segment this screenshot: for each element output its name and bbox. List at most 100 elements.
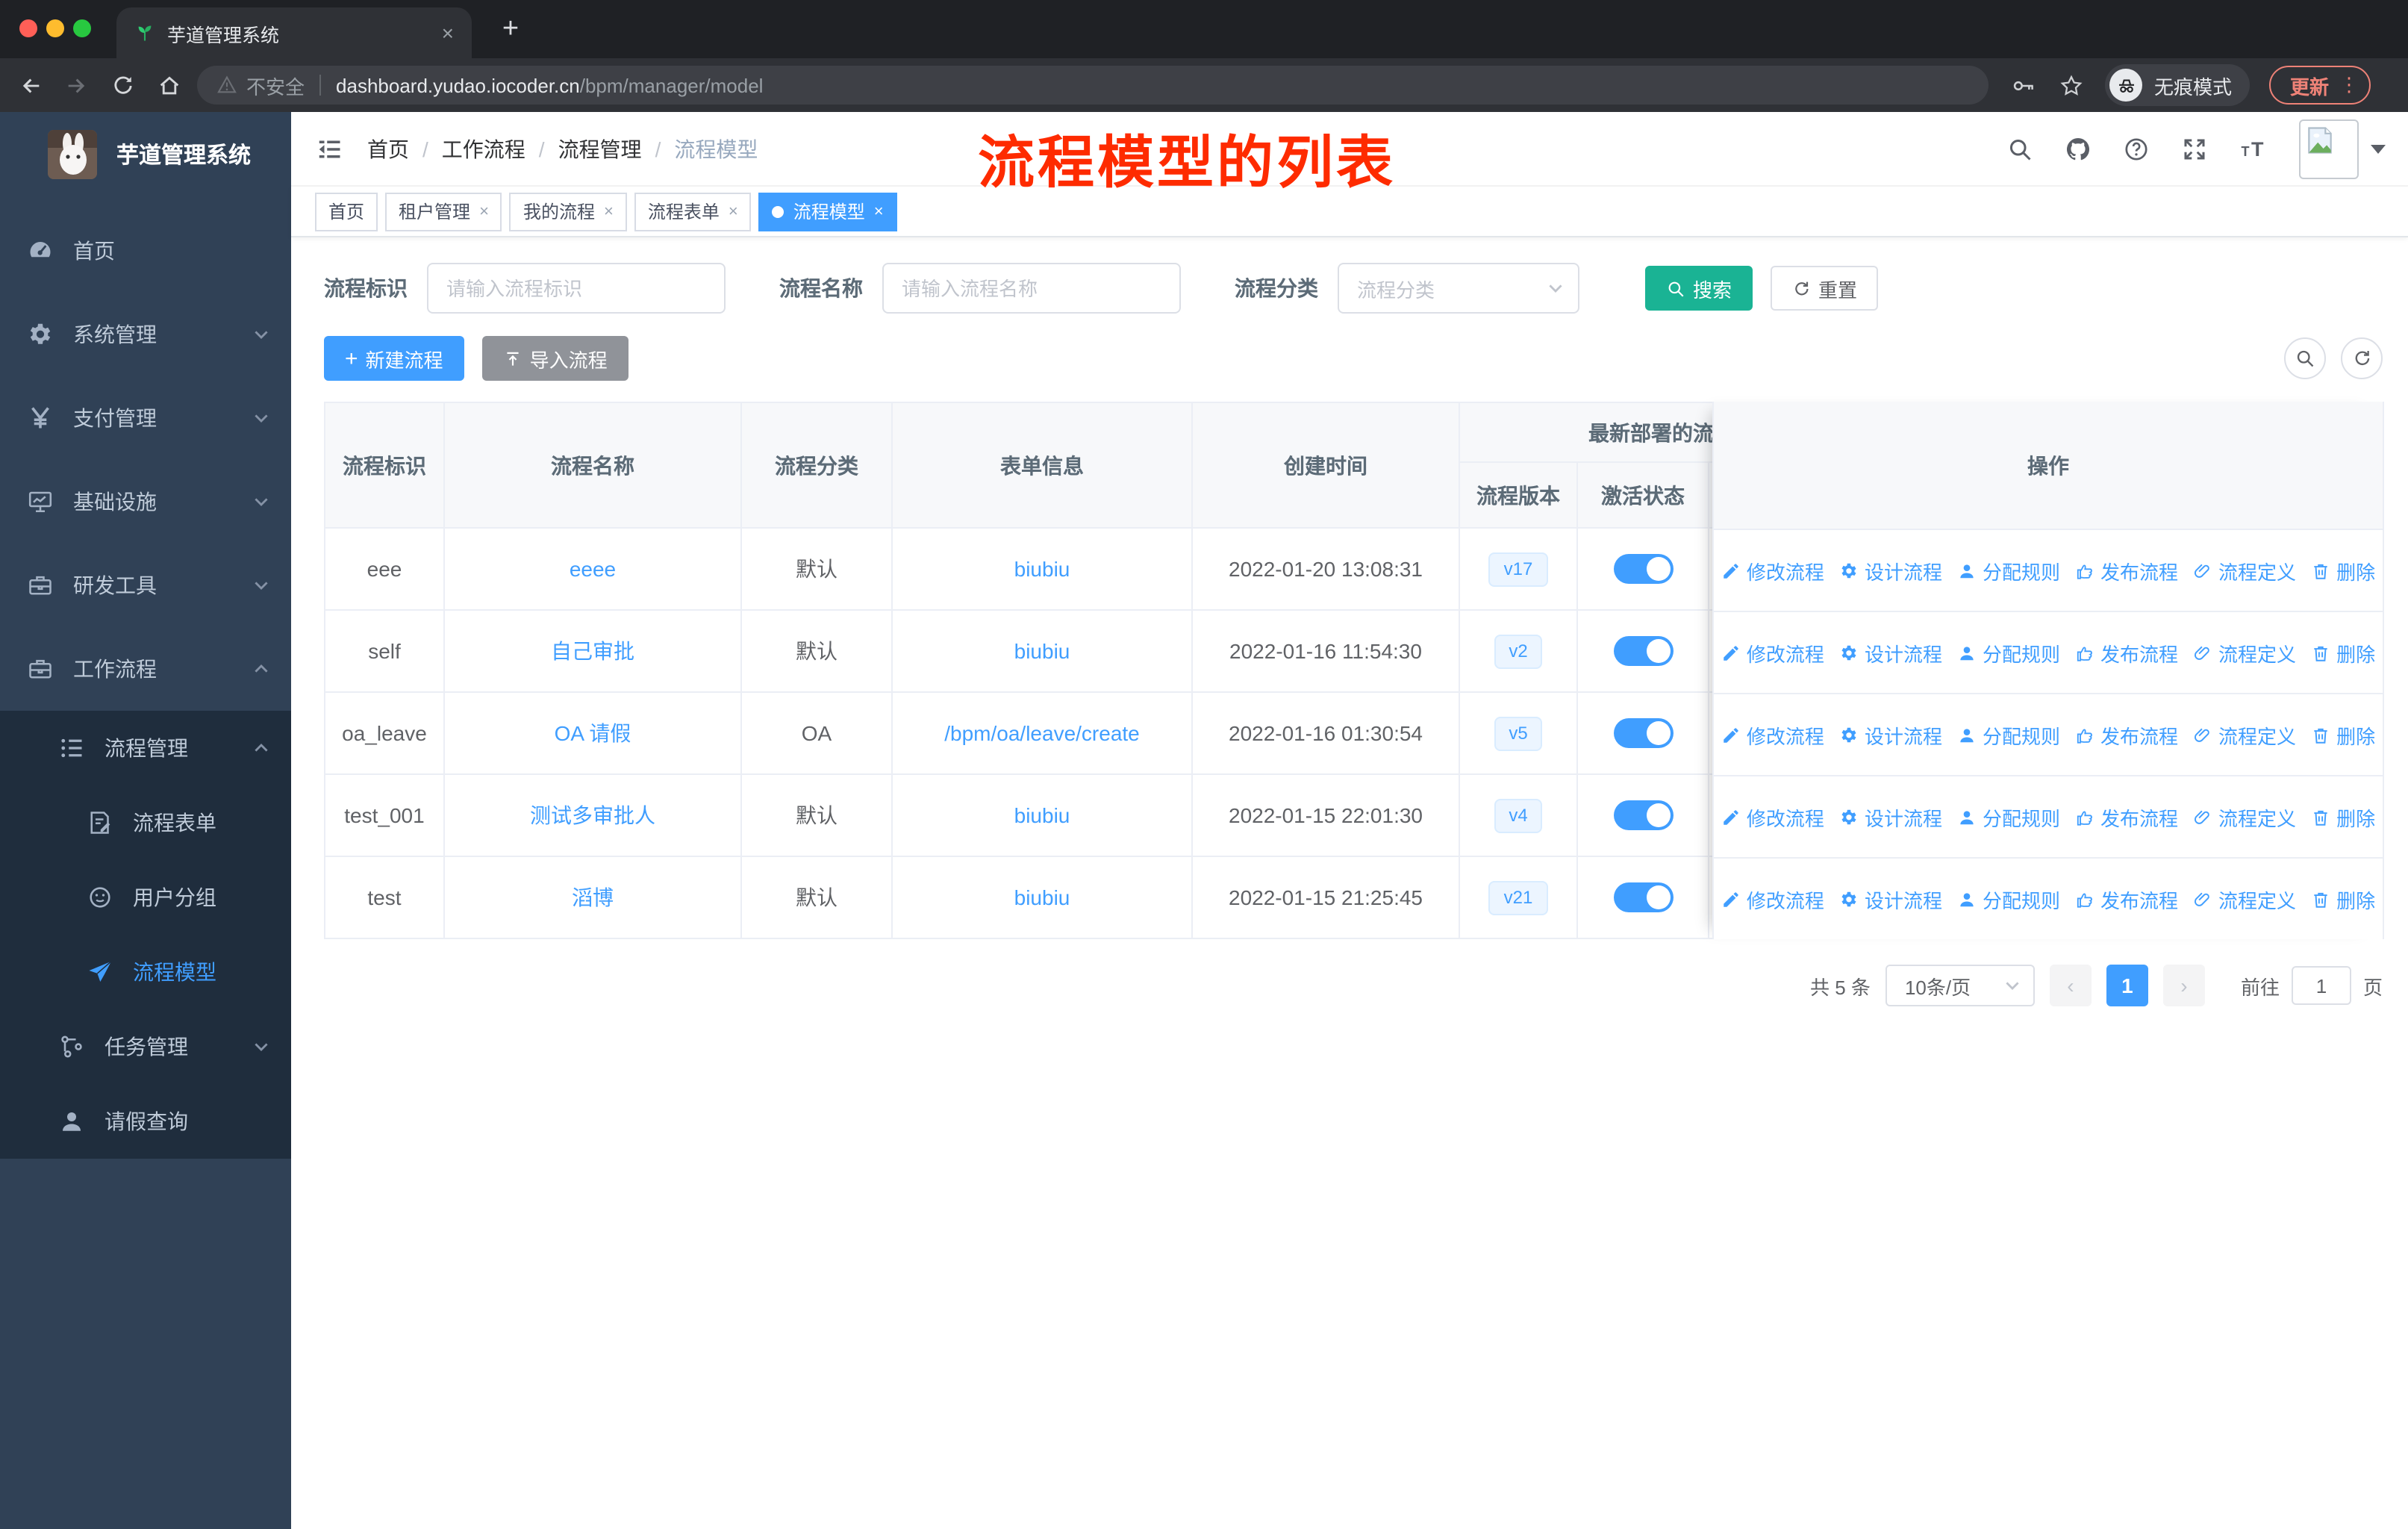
filter-name-input[interactable] [882, 263, 1181, 314]
action-delete-link[interactable]: 删除 [2311, 803, 2375, 831]
tag-tenant-manage[interactable]: 租户管理 × [385, 192, 502, 231]
browser-update-button[interactable]: 更新 ⋮ [2269, 66, 2371, 105]
kebab-menu-icon[interactable]: ⋮ [2339, 73, 2359, 97]
action-design-link[interactable]: 设计流程 [1839, 885, 1942, 914]
browser-tab[interactable]: 芋道管理系统 × [116, 7, 472, 58]
action-definition-link[interactable]: 流程定义 [2193, 720, 2296, 749]
tag-close-icon[interactable]: × [874, 202, 884, 220]
process-name-link[interactable]: 自己审批 [551, 639, 634, 663]
form-info-link[interactable]: /bpm/oa/leave/create [944, 721, 1140, 745]
action-design-link[interactable]: 设计流程 [1839, 720, 1942, 749]
reset-button[interactable]: 重置 [1771, 266, 1879, 311]
sidebar-item-system[interactable]: 系统管理 [0, 293, 291, 376]
form-info-link[interactable]: biubiu [1014, 639, 1070, 663]
form-info-link[interactable]: biubiu [1014, 803, 1070, 827]
action-design-link[interactable]: 设计流程 [1839, 556, 1942, 585]
avatar-caret-icon[interactable] [2371, 144, 2386, 153]
traffic-light-maximize[interactable] [73, 19, 91, 37]
refresh-table-button[interactable] [2341, 337, 2383, 379]
sidebar-item-process-form[interactable]: 流程表单 [0, 785, 291, 860]
action-modify-link[interactable]: 修改流程 [1721, 638, 1824, 667]
filter-id-input[interactable] [427, 263, 726, 314]
create-process-button[interactable]: + 新建流程 [324, 336, 464, 381]
tag-process-form[interactable]: 流程表单 × [634, 192, 752, 231]
status-toggle[interactable] [1613, 800, 1673, 830]
action-assign-link[interactable]: 分配规则 [1957, 803, 2060, 831]
font-size-icon[interactable]: TT [2239, 135, 2272, 162]
action-assign-link[interactable]: 分配规则 [1957, 556, 2060, 585]
action-design-link[interactable]: 设计流程 [1839, 803, 1942, 831]
search-icon[interactable] [2006, 135, 2033, 162]
prev-page-button[interactable]: ‹ [2049, 965, 2092, 1006]
forward-icon[interactable] [64, 72, 90, 98]
reload-icon[interactable] [110, 72, 136, 98]
key-icon[interactable] [2011, 72, 2036, 98]
status-toggle[interactable] [1613, 718, 1673, 748]
next-page-button[interactable]: › [2162, 965, 2205, 1006]
sidebar-item-process-manage[interactable]: 流程管理 [0, 711, 291, 785]
sidebar-item-dev-tools[interactable]: 研发工具 [0, 544, 291, 627]
tag-my-process[interactable]: 我的流程 × [509, 192, 627, 231]
import-process-button[interactable]: 导入流程 [481, 336, 628, 381]
breadcrumb-home[interactable]: 首页 [367, 134, 409, 164]
new-tab-button[interactable]: + [493, 12, 528, 48]
process-name-link[interactable]: eeee [570, 557, 616, 581]
tab-close-icon[interactable]: × [442, 21, 454, 45]
action-assign-link[interactable]: 分配规则 [1957, 720, 2060, 749]
avatar[interactable] [2299, 119, 2359, 178]
tag-close-icon[interactable]: × [604, 202, 614, 220]
sidebar-item-payment[interactable]: 支付管理 [0, 376, 291, 460]
status-toggle[interactable] [1613, 636, 1673, 666]
sidebar-item-leave-query[interactable]: 请假查询 [0, 1084, 291, 1159]
sidebar-item-home[interactable]: 首页 [0, 209, 291, 293]
action-design-link[interactable]: 设计流程 [1839, 638, 1942, 667]
fullscreen-icon[interactable] [2181, 135, 2208, 162]
action-modify-link[interactable]: 修改流程 [1721, 720, 1824, 749]
action-modify-link[interactable]: 修改流程 [1721, 556, 1824, 585]
breadcrumb-process-manage[interactable]: 流程管理 [558, 134, 642, 164]
help-icon[interactable] [2123, 135, 2150, 162]
tag-home[interactable]: 首页 [315, 192, 378, 231]
sidebar-item-infrastructure[interactable]: 基础设施 [0, 460, 291, 544]
home-icon[interactable] [157, 72, 182, 98]
action-publish-link[interactable]: 发布流程 [2075, 556, 2178, 585]
sidebar-item-process-model[interactable]: 流程模型 [0, 935, 291, 1009]
sidebar-item-user-group[interactable]: 用户分组 [0, 860, 291, 935]
sidebar-item-workflow[interactable]: 工作流程 [0, 627, 291, 711]
action-delete-link[interactable]: 删除 [2311, 638, 2375, 667]
back-icon[interactable] [18, 72, 43, 98]
action-delete-link[interactable]: 删除 [2311, 885, 2375, 914]
tag-process-model[interactable]: 流程模型 × [758, 192, 897, 231]
action-modify-link[interactable]: 修改流程 [1721, 885, 1824, 914]
action-definition-link[interactable]: 流程定义 [2193, 803, 2296, 831]
action-modify-link[interactable]: 修改流程 [1721, 803, 1824, 831]
page-size-select[interactable]: 10条/页 [1885, 965, 2035, 1006]
action-definition-link[interactable]: 流程定义 [2193, 556, 2296, 585]
action-delete-link[interactable]: 删除 [2311, 556, 2375, 585]
show-search-button[interactable] [2284, 337, 2326, 379]
action-assign-link[interactable]: 分配规则 [1957, 885, 2060, 914]
process-name-link[interactable]: 测试多审批人 [530, 803, 655, 827]
sidebar-item-task-manage[interactable]: 任务管理 [0, 1009, 291, 1084]
address-bar[interactable]: 不安全 dashboard.yudao.iocoder.cn/bpm/manag… [197, 66, 1989, 105]
action-definition-link[interactable]: 流程定义 [2193, 885, 2296, 914]
security-label[interactable]: 不安全 [246, 71, 305, 99]
search-button[interactable]: 搜索 [1645, 266, 1753, 311]
process-name-link[interactable]: OA 请假 [555, 721, 631, 745]
action-delete-link[interactable]: 删除 [2311, 720, 2375, 749]
tag-close-icon[interactable]: × [479, 202, 489, 220]
form-info-link[interactable]: biubiu [1014, 885, 1070, 909]
status-toggle[interactable] [1613, 554, 1673, 584]
action-publish-link[interactable]: 发布流程 [2075, 638, 2178, 667]
action-publish-link[interactable]: 发布流程 [2075, 885, 2178, 914]
goto-page-input[interactable] [2291, 966, 2351, 1005]
action-definition-link[interactable]: 流程定义 [2193, 638, 2296, 667]
github-icon[interactable] [2065, 135, 2092, 162]
current-page-button[interactable]: 1 [2106, 965, 2148, 1006]
brand-header[interactable]: 芋道管理系统 [0, 112, 291, 196]
process-name-link[interactable]: 滔博 [572, 885, 614, 909]
tag-close-icon[interactable]: × [729, 202, 738, 220]
bookmark-star-icon[interactable] [2059, 72, 2084, 98]
breadcrumb-workflow[interactable]: 工作流程 [442, 134, 525, 164]
traffic-light-minimize[interactable] [46, 19, 64, 37]
